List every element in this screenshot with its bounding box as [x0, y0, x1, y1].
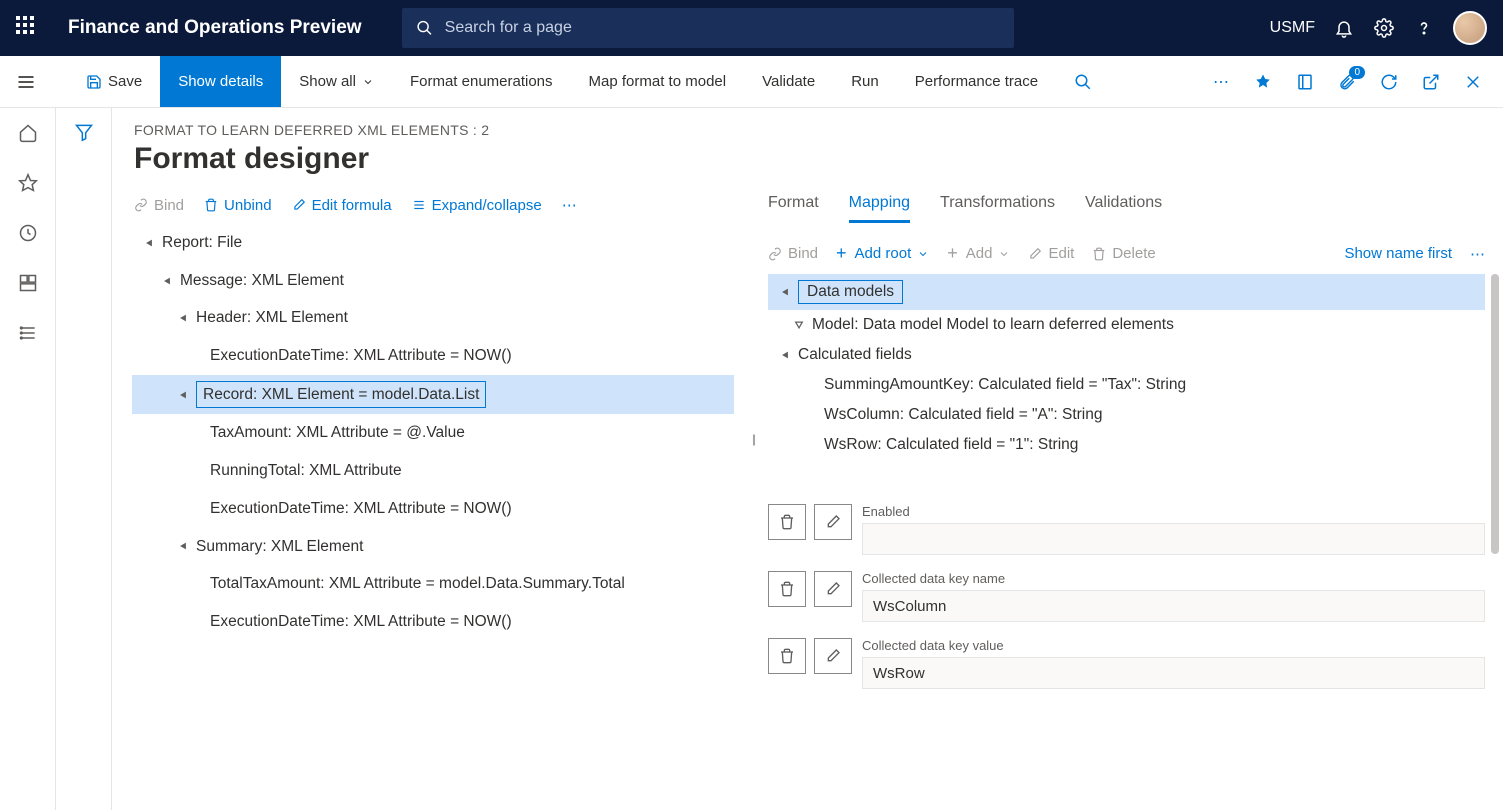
save-button[interactable]: Save [68, 56, 160, 107]
ds-node[interactable]: WsColumn: Calculated field = "A": String [768, 400, 1485, 430]
refresh-icon[interactable] [1379, 72, 1399, 92]
tree-node-selected[interactable]: Record: XML Element = model.Data.List [132, 375, 734, 415]
close-icon[interactable] [1463, 72, 1483, 92]
tree-node[interactable]: TaxAmount: XML Attribute = @.Value [132, 414, 734, 452]
tab-validations[interactable]: Validations [1085, 194, 1162, 223]
tree-node[interactable]: Message: XML Element [132, 262, 734, 300]
workspaces-icon[interactable] [17, 272, 39, 294]
performance-trace-button[interactable]: Performance trace [897, 56, 1056, 107]
search-input[interactable] [445, 19, 1000, 37]
filter-icon[interactable] [74, 122, 94, 810]
search-command-button[interactable] [1056, 56, 1110, 107]
bell-icon[interactable] [1333, 17, 1355, 39]
add-button[interactable]: +Add [947, 243, 1010, 264]
avatar[interactable] [1453, 11, 1487, 45]
validate-button[interactable]: Validate [744, 56, 833, 107]
pane-splitter[interactable]: || [748, 182, 758, 810]
tab-mapping[interactable]: Mapping [849, 194, 910, 223]
caret-icon[interactable] [792, 318, 806, 332]
tree-node[interactable]: ExecutionDateTime: XML Attribute = NOW() [132, 603, 734, 641]
pop-out-icon[interactable] [1421, 72, 1441, 92]
modules-icon[interactable] [17, 322, 39, 344]
more-icon[interactable]: ⋯ [1211, 72, 1231, 92]
show-all-button[interactable]: Show all [281, 56, 392, 107]
keyvalue-field[interactable] [862, 657, 1485, 689]
office-icon[interactable] [1295, 72, 1315, 92]
company-picker[interactable]: USMF [1270, 19, 1315, 37]
left-more-button[interactable]: ⋯ [562, 196, 577, 214]
prop-delete-button[interactable] [768, 638, 806, 674]
ds-node-selected[interactable]: Data models [768, 274, 1485, 310]
app-launcher-icon[interactable] [16, 16, 40, 40]
caret-icon[interactable] [176, 388, 190, 402]
format-tree: Report: File Message: XML Element Header… [124, 224, 734, 641]
prop-delete-button[interactable] [768, 571, 806, 607]
tree-node[interactable]: Header: XML Element [132, 299, 734, 337]
caret-icon[interactable] [778, 348, 792, 362]
ds-node[interactable]: Calculated fields [768, 340, 1485, 370]
ds-node[interactable]: SummingAmountKey: Calculated field = "Ta… [768, 370, 1485, 400]
enabled-field[interactable] [862, 523, 1485, 555]
nav-toggle-icon[interactable] [16, 72, 36, 97]
prop-edit-button[interactable] [814, 504, 852, 540]
prop-edit-button[interactable] [814, 638, 852, 674]
breadcrumb: FORMAT TO LEARN DEFERRED XML ELEMENTS : … [134, 122, 1481, 138]
global-search[interactable] [402, 8, 1014, 48]
search-icon [416, 19, 433, 37]
run-button[interactable]: Run [833, 56, 897, 107]
tab-transformations[interactable]: Transformations [940, 194, 1055, 223]
prop-delete-button[interactable] [768, 504, 806, 540]
caret-icon[interactable] [160, 274, 174, 288]
bind-button[interactable]: Bind [134, 197, 184, 214]
caret-icon[interactable] [778, 285, 792, 299]
chevron-down-icon [362, 76, 374, 88]
favorites-icon[interactable] [17, 172, 39, 194]
caret-icon[interactable] [176, 311, 190, 325]
keyvalue-label: Collected data key value [862, 638, 1485, 653]
keyname-field[interactable] [862, 590, 1485, 622]
expand-collapse-button[interactable]: Expand/collapse [412, 197, 542, 214]
nav-rail [0, 108, 56, 810]
home-icon[interactable] [17, 122, 39, 144]
delete-button[interactable]: Delete [1092, 245, 1155, 262]
unbind-button[interactable]: Unbind [204, 197, 272, 214]
edit-formula-button[interactable]: Edit formula [292, 197, 392, 214]
caret-icon[interactable] [176, 539, 190, 553]
save-label: Save [108, 73, 142, 90]
attachments-badge: 0 [1349, 66, 1365, 79]
help-icon[interactable] [1413, 17, 1435, 39]
app-title: Finance and Operations Preview [68, 17, 362, 39]
show-name-first-button[interactable]: Show name first [1344, 245, 1452, 262]
gear-icon[interactable] [1373, 17, 1395, 39]
show-details-button[interactable]: Show details [160, 56, 281, 107]
tree-node[interactable]: Report: File [132, 224, 734, 262]
add-root-button[interactable]: +Add root [836, 243, 929, 264]
ds-node[interactable]: WsRow: Calculated field = "1": String [768, 430, 1485, 460]
tab-format[interactable]: Format [768, 194, 819, 223]
tree-node[interactable]: ExecutionDateTime: XML Attribute = NOW() [132, 337, 734, 375]
prop-edit-button[interactable] [814, 571, 852, 607]
tree-node[interactable]: Summary: XML Element [132, 528, 734, 566]
format-enumerations-button[interactable]: Format enumerations [392, 56, 571, 107]
tree-node[interactable]: ExecutionDateTime: XML Attribute = NOW() [132, 490, 734, 528]
page-title: Format designer [134, 142, 1481, 176]
ds-node[interactable]: Model: Data model Model to learn deferre… [768, 310, 1485, 340]
attachments-icon[interactable]: 0 [1337, 72, 1357, 92]
enabled-label: Enabled [862, 504, 1485, 519]
right-bind-button[interactable]: Bind [768, 245, 818, 262]
right-more-button[interactable]: ⋯ [1470, 245, 1485, 263]
tree-node[interactable]: TotalTaxAmount: XML Attribute = model.Da… [132, 565, 734, 603]
chevron-down-icon [917, 248, 929, 260]
recent-icon[interactable] [17, 222, 39, 244]
keyname-label: Collected data key name [862, 571, 1485, 586]
extension-icon[interactable] [1253, 72, 1273, 92]
edit-button[interactable]: Edit [1028, 245, 1074, 262]
chevron-down-icon [998, 248, 1010, 260]
caret-icon[interactable] [142, 236, 156, 250]
tree-node[interactable]: RunningTotal: XML Attribute [132, 452, 734, 490]
search-icon [1074, 73, 1092, 91]
map-format-button[interactable]: Map format to model [571, 56, 745, 107]
